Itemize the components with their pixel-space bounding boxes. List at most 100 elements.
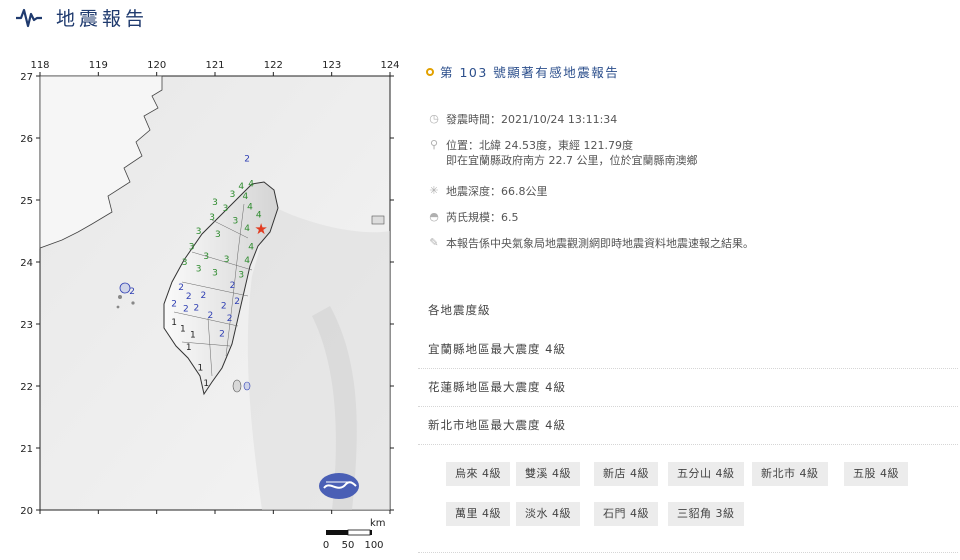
county-max-row: 宜蘭縣地區最大震度 4級	[418, 330, 958, 369]
intensity-label: 3	[189, 243, 195, 253]
intensity-label: 3	[212, 269, 218, 279]
map-canvas: 118 119 120 121 122 123 124 2726252423222120 2…	[20, 60, 399, 551]
orchid-island	[243, 381, 251, 391]
intensity-label: 3	[233, 217, 239, 227]
note-text: 本報告係中央氣象局地震觀測網即時地震資料地震速報之結果。	[446, 237, 754, 250]
depth-row: ✳ 地震深度：66.8公里	[428, 184, 548, 199]
svg-text:km: km	[370, 518, 386, 529]
intensity-map[interactable]: 118 119 120 121 122 123 124 27 26 25 24 23 22 21 20 2…	[12, 56, 412, 556]
station-chip[interactable]: 烏來 4級	[446, 462, 510, 486]
intensity-label: 1	[171, 318, 177, 328]
lat-tick-label: 22	[20, 382, 33, 393]
county-max-text: 宜蘭縣地區最大震度 4級	[428, 342, 566, 356]
cwb-logo	[319, 473, 359, 499]
lat-tick-label: 26	[20, 134, 33, 145]
intensity-label: 3	[196, 264, 202, 274]
intensity-label: 4	[238, 182, 244, 192]
lon-tick-label: 124	[380, 60, 399, 71]
station-chip[interactable]: 五分山 4級	[668, 462, 744, 486]
sea-floor-relief	[247, 206, 390, 510]
station-chip[interactable]: 萬里 4級	[446, 502, 510, 526]
intensity-label: 4	[247, 202, 253, 212]
report-title-text: 第 103 號顯著有感地震報告	[440, 65, 620, 80]
intensity-label: 2	[234, 297, 240, 307]
scale-bar: km 0 50 100	[323, 518, 386, 551]
intensity-label: 3	[212, 198, 218, 208]
location-row: ⚲ 位置：北緯 24.53度，東經 121.79度 即在宜蘭縣政府南方 22.7…	[428, 138, 698, 168]
station-chip[interactable]: 新店 4級	[594, 462, 658, 486]
lat-tick-label: 27	[20, 72, 33, 83]
station-chip[interactable]: 新北市 4級	[752, 462, 828, 486]
magnitude-row: ◓ 芮氏規模：6.5	[428, 210, 519, 225]
green-island	[232, 379, 242, 393]
location-text: 位置：北緯 24.53度，東經 121.79度 即在宜蘭縣政府南方 22.7 公…	[446, 138, 697, 168]
lat-tick-label: 24	[20, 258, 33, 269]
divider	[418, 552, 958, 553]
intensity-section-title: 各地震度級	[428, 303, 491, 317]
station-chip[interactable]: 雙溪 4級	[516, 462, 580, 486]
intensity-label: 2	[227, 314, 233, 324]
location-line-1: 位置：北緯 24.53度，東經 121.79度	[446, 139, 633, 152]
issue-time-row: ◷ 發震時間：2021/10/24 13:11:34	[428, 112, 617, 127]
megaphone-icon: ✎	[429, 236, 439, 249]
intensity-label: 2	[200, 291, 206, 301]
lat-tick-label: 21	[20, 444, 33, 455]
intensity-label: 4	[248, 179, 254, 189]
yonaguni-island	[371, 215, 385, 225]
intensity-label: 2	[171, 300, 177, 310]
intensity-label: 2	[129, 287, 135, 297]
lat-tick-label: 23	[20, 320, 33, 331]
intensity-label: 1	[186, 343, 192, 353]
intensity-label: 3	[224, 255, 230, 265]
intensity-label: 3	[223, 204, 229, 214]
intensity-label: 4	[244, 224, 250, 234]
intensity-label: 3	[230, 190, 236, 200]
magnitude-icon: ◓	[429, 210, 439, 223]
lon-tick-label: 123	[322, 60, 341, 71]
intensity-label: 3	[209, 213, 215, 223]
seismograph-icon	[16, 8, 42, 28]
svg-text:50: 50	[342, 540, 355, 551]
page-header: 地震報告	[0, 0, 960, 36]
intensity-label: 4	[242, 192, 248, 202]
ring-icon	[426, 67, 434, 76]
svg-text:100: 100	[364, 540, 383, 551]
lat-tick-label: 25	[20, 196, 33, 207]
intensity-label: 2	[219, 329, 225, 339]
depth-text: 地震深度：66.8公里	[446, 185, 548, 198]
intensity-label: 3	[215, 230, 221, 240]
intensity-label: 2	[207, 311, 213, 321]
intensity-label: 3	[182, 258, 188, 268]
intensity-label: 2	[183, 305, 189, 315]
intensity-label: 1	[198, 364, 204, 374]
report-title: 第 103 號顯著有感地震報告	[426, 62, 619, 81]
intensity-label: 3	[203, 252, 209, 262]
intensity-label: 3	[196, 227, 202, 237]
intensity-label: 2	[230, 281, 236, 291]
intensity-label: 3	[238, 271, 244, 281]
lon-tick-label: 120	[147, 60, 166, 71]
county-max-text: 新北市地區最大震度 4級	[428, 418, 566, 432]
lon-tick-label: 119	[89, 60, 108, 71]
intensity-label: 2	[244, 155, 250, 165]
svg-text:0: 0	[323, 540, 329, 551]
intensity-label: 2	[186, 292, 192, 302]
intensity-label: 1	[190, 331, 196, 341]
magnitude-text: 芮氏規模：6.5	[446, 211, 519, 224]
county-max-text: 花蓮縣地區最大震度 4級	[428, 380, 566, 394]
clock-icon: ◷	[429, 112, 439, 125]
lon-tick-label: 122	[264, 60, 283, 71]
station-chip[interactable]: 石門 4級	[594, 502, 658, 526]
county-max-row: 新北市地區最大震度 4級	[418, 406, 958, 445]
star-icon: ✳	[429, 184, 439, 197]
lat-tick-label: 20	[20, 506, 33, 517]
station-chip[interactable]: 三貂角 3級	[668, 502, 744, 526]
station-chip[interactable]: 五股 4級	[844, 462, 908, 486]
intensity-label: 2	[193, 303, 199, 313]
intensity-label: 4	[256, 210, 262, 220]
intensity-label: 1	[203, 379, 209, 389]
note-row: ✎ 本報告係中央氣象局地震觀測網即時地震資料地震速報之結果。	[428, 236, 754, 251]
location-pin-icon: ⚲	[429, 138, 439, 151]
location-line-2: 即在宜蘭縣政府南方 22.7 公里，位於宜蘭縣南澳鄉	[446, 154, 698, 167]
station-chip[interactable]: 淡水 4級	[516, 502, 580, 526]
